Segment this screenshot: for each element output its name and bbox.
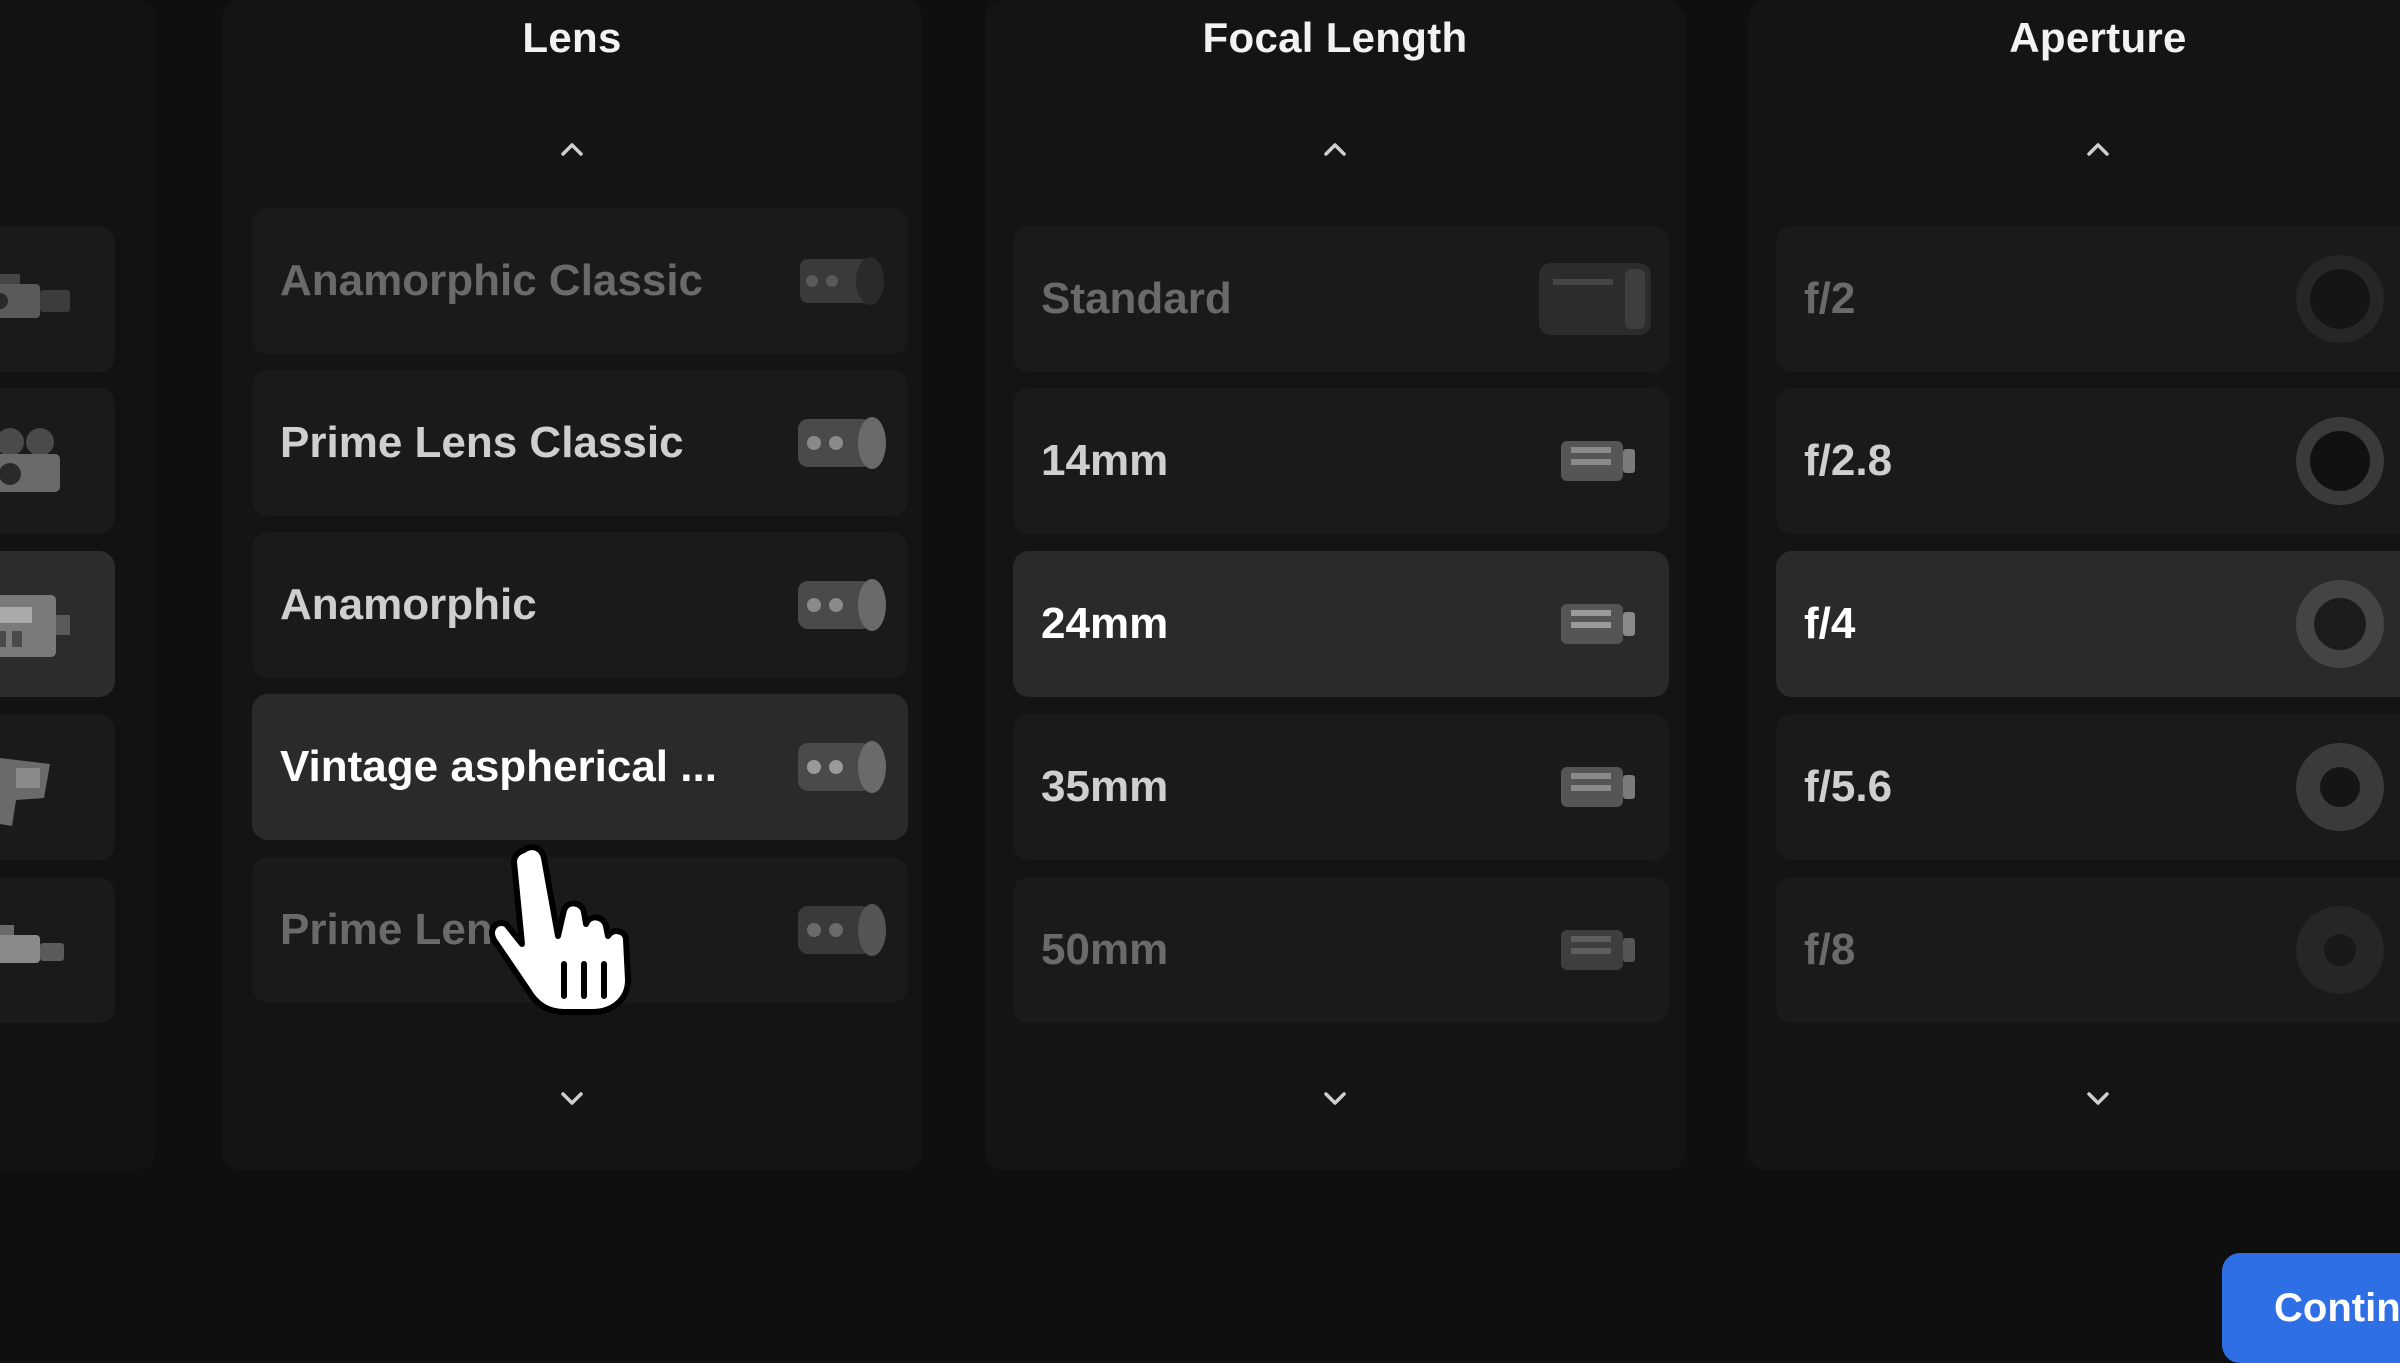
lens-barrel-icon <box>1539 263 1651 335</box>
aperture-option-f5-6[interactable]: f/5.6 <box>1776 714 2400 860</box>
chevron-up-icon <box>2087 143 2109 156</box>
aperture-option-label: f/5.6 <box>1804 762 1893 811</box>
chevron-up-icon <box>1324 143 1346 156</box>
lens-barrel-icon <box>1561 604 1635 644</box>
focal-option-label: Standard <box>1041 274 1232 323</box>
lens-icon <box>800 257 884 305</box>
lens-scroll-down-button[interactable] <box>554 1080 590 1116</box>
lens-barrel-icon <box>1561 767 1635 807</box>
lens-scroll-up-button[interactable] <box>554 132 590 168</box>
chevron-up-icon <box>561 143 583 156</box>
aperture-ring-icon <box>2296 906 2384 994</box>
cinema-camera-icon <box>0 595 70 657</box>
lens-option-vintage-aspherical[interactable]: Vintage aspherical ... <box>252 694 908 840</box>
lens-icon <box>798 904 886 956</box>
chevron-down-icon <box>561 1092 583 1105</box>
focal-option-35mm[interactable]: 35mm <box>1013 714 1669 860</box>
handheld-camera-icon <box>0 758 50 826</box>
camera-option-4[interactable] <box>0 714 115 860</box>
focal-option-label: 50mm <box>1041 925 1169 974</box>
aperture-option-f4[interactable]: f/4 <box>1776 551 2400 697</box>
focal-scroll-up-button[interactable] <box>1317 132 1353 168</box>
lens-barrel-icon <box>1561 441 1635 481</box>
camera-option-2[interactable] <box>0 388 115 534</box>
lens-option-label: Prime Lens Classic <box>280 418 684 467</box>
aperture-scroll-up-button[interactable] <box>2080 132 2116 168</box>
camera-strip <box>0 0 155 1170</box>
chevron-down-icon <box>1324 1092 1346 1105</box>
aperture-ring-icon <box>2296 743 2384 831</box>
chevron-down-icon <box>2087 1092 2109 1105</box>
focal-option-label: 14mm <box>1041 436 1169 485</box>
aperture-column: Aperture f/2 f/2.8 f/4 f/5.6 f/8 <box>1748 0 2400 1170</box>
lens-option-anamorphic[interactable]: Anamorphic <box>252 532 908 678</box>
focal-option-14mm[interactable]: 14mm <box>1013 388 1669 534</box>
aperture-ring-icon <box>2296 580 2384 668</box>
aperture-option-f2[interactable]: f/2 <box>1776 226 2400 372</box>
focal-scroll-down-button[interactable] <box>1317 1080 1353 1116</box>
lens-option-label: Anamorphic <box>280 580 537 629</box>
lens-barrel-icon <box>1561 930 1635 970</box>
continue-button[interactable]: Continu <box>2222 1253 2400 1363</box>
lens-option-label: Vintage aspherical ... <box>280 742 717 791</box>
aperture-option-label: f/2 <box>1804 274 1856 323</box>
lens-option-label: Anamorphic Classic <box>280 256 704 305</box>
camera-option-3[interactable] <box>0 551 115 697</box>
aperture-scroll-down-button[interactable] <box>2080 1080 2116 1116</box>
lens-icon <box>798 741 886 793</box>
aperture-header: Aperture <box>2009 14 2187 61</box>
aperture-ring-icon <box>2296 255 2384 343</box>
focal-length-header: Focal Length <box>1202 14 1468 61</box>
focal-option-label: 35mm <box>1041 762 1169 811</box>
aperture-option-f2-8[interactable]: f/2.8 <box>1776 388 2400 534</box>
video-camera-icon <box>0 274 70 318</box>
lens-icon <box>798 417 886 469</box>
camera-option-1[interactable] <box>0 226 115 372</box>
aperture-option-f8[interactable]: f/8 <box>1776 877 2400 1023</box>
focal-option-50mm[interactable]: 50mm <box>1013 877 1669 1023</box>
lens-option-label: Prime Len <box>280 905 493 954</box>
hand-cursor-icon <box>488 844 631 1015</box>
aperture-option-label: f/4 <box>1804 599 1856 648</box>
focal-option-label: 24mm <box>1041 599 1169 648</box>
lens-option-anamorphic-classic[interactable]: Anamorphic Classic <box>252 208 908 354</box>
camcorder-icon <box>0 925 64 963</box>
focal-length-column: Focal Length Standard 14mm 24mm 35mm 50m… <box>985 0 1685 1170</box>
aperture-option-label: f/2.8 <box>1804 436 1893 485</box>
aperture-option-label: f/8 <box>1804 925 1856 974</box>
lens-option-prime-lens-classic[interactable]: Prime Lens Classic <box>252 370 908 516</box>
camera-option-5[interactable] <box>0 877 115 1023</box>
focal-option-standard[interactable]: Standard <box>1013 226 1669 372</box>
film-camera-icon <box>0 428 60 492</box>
focal-option-24mm[interactable]: 24mm <box>1013 551 1669 697</box>
aperture-ring-icon <box>2296 417 2384 505</box>
lens-icon <box>798 579 886 631</box>
lens-header: Lens <box>522 14 622 61</box>
